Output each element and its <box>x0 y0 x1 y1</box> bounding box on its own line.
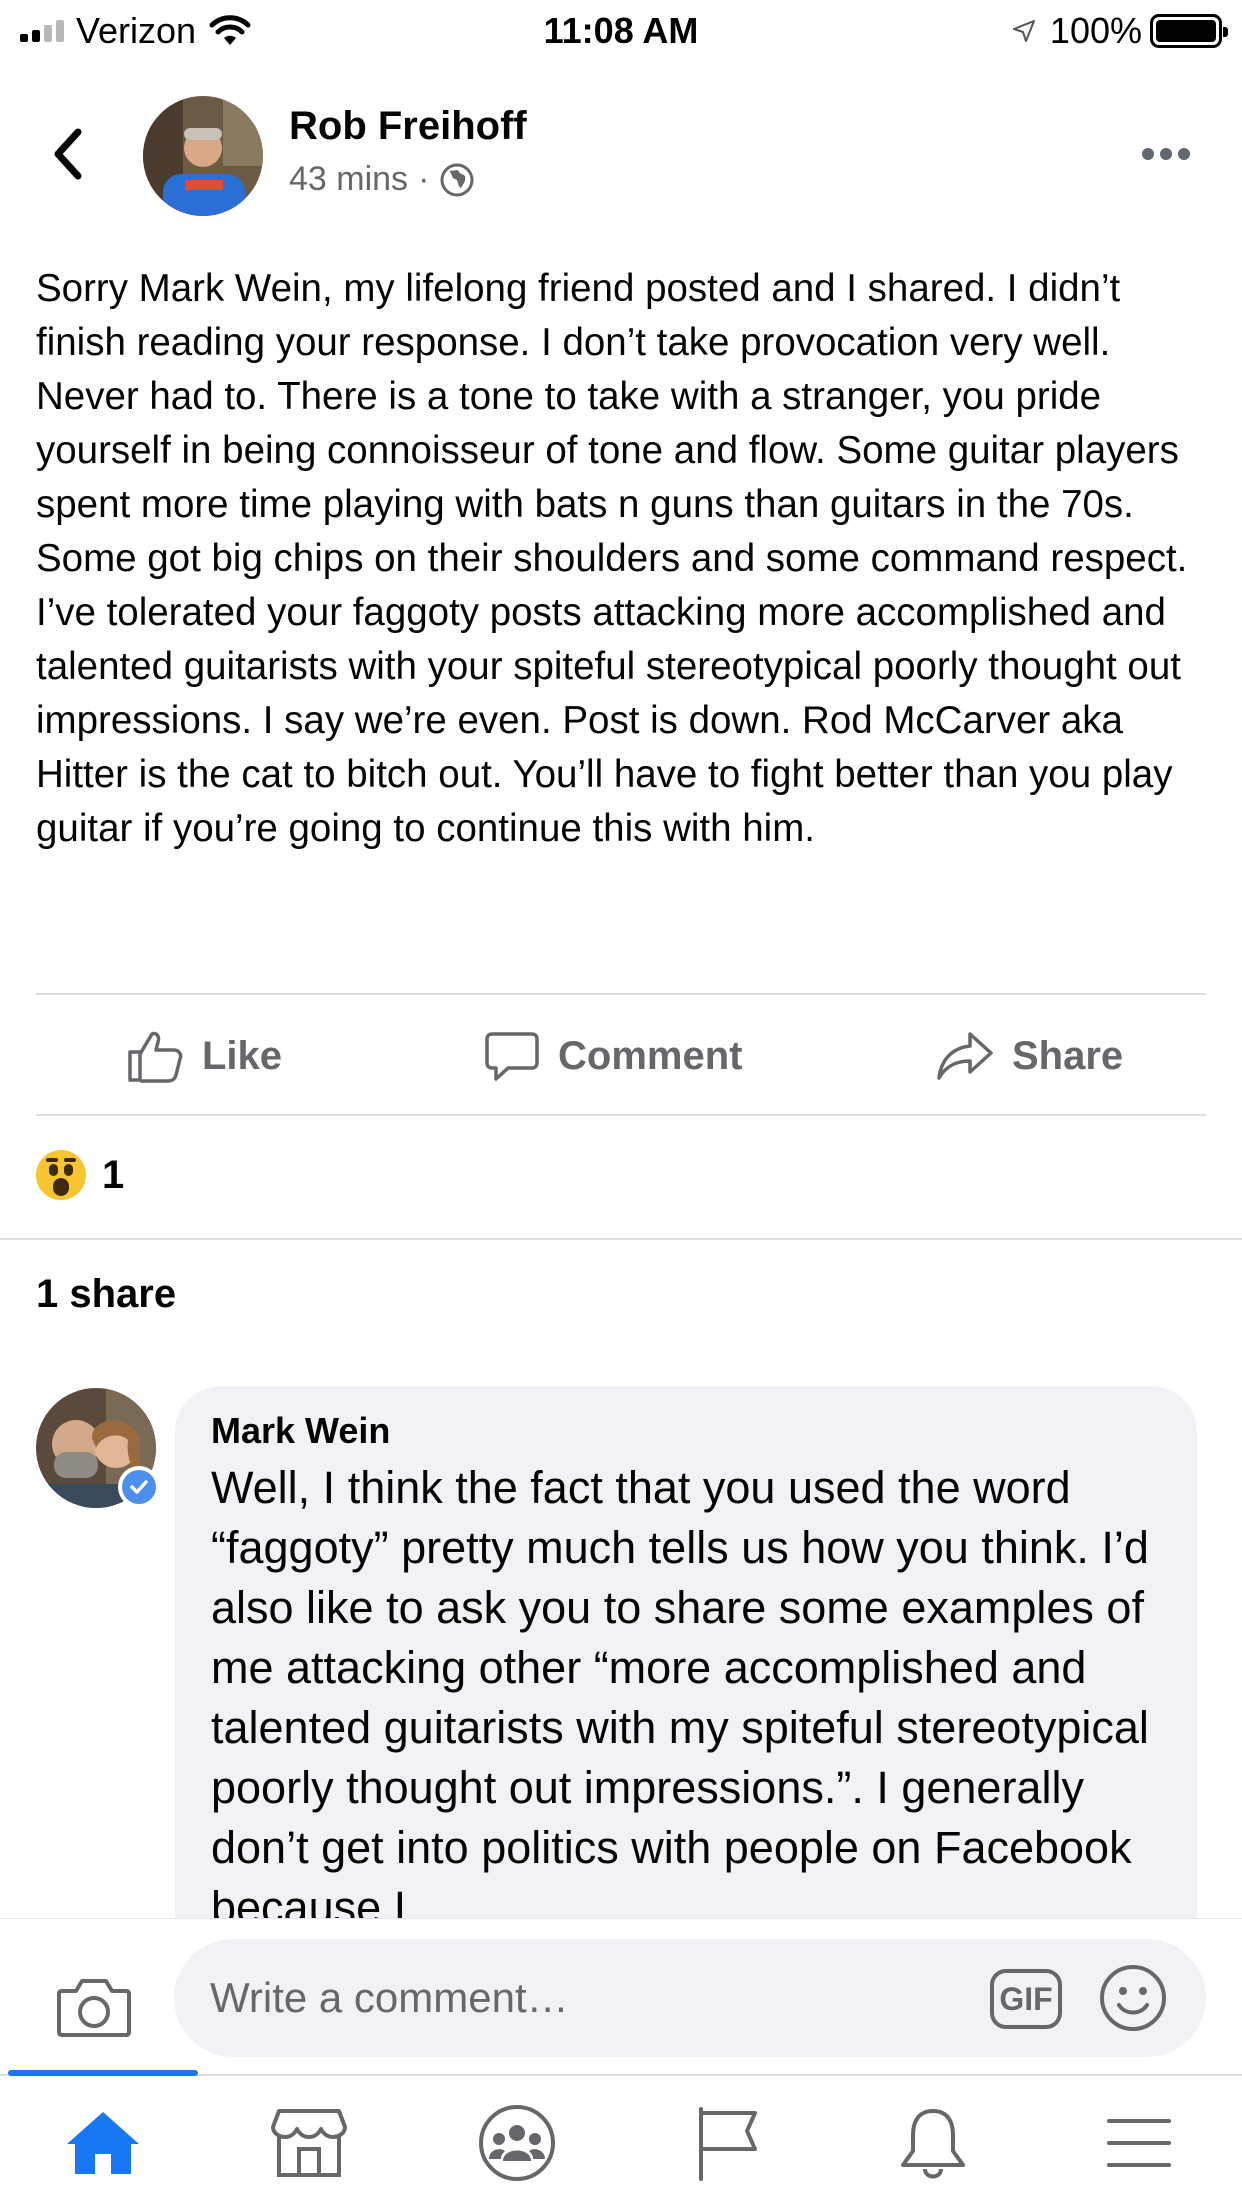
comment-author-name[interactable]: Mark Wein <box>211 1410 1161 1452</box>
marketplace-icon <box>271 2109 347 2177</box>
verified-badge-icon <box>118 1466 160 1508</box>
like-label: Like <box>202 1033 283 1078</box>
bottom-tab-bar <box>0 2070 1242 2208</box>
post-body-text: Sorry Mark Wein, my lifelong friend post… <box>36 267 1188 850</box>
author-avatar[interactable] <box>143 96 263 216</box>
battery-percent: 100% <box>1049 10 1142 51</box>
camera-icon[interactable] <box>56 1975 132 2039</box>
emoji-icon[interactable] <box>1098 1963 1168 2033</box>
menu-icon <box>1107 2119 1171 2167</box>
more-options-button[interactable] <box>1142 140 1198 168</box>
author-photo <box>143 96 263 216</box>
post-meta: 43 mins · <box>289 160 475 199</box>
tab-marketplace[interactable] <box>264 2098 354 2188</box>
notifications-bell-icon <box>901 2109 965 2179</box>
reactions-summary[interactable]: 1 <box>36 1150 124 1200</box>
home-icon <box>67 2112 139 2174</box>
tab-home[interactable] <box>58 2098 148 2188</box>
tab-pages[interactable] <box>682 2098 772 2188</box>
divider <box>36 993 1206 995</box>
status-right: 100% <box>1012 10 1228 52</box>
groups-icon <box>479 2105 555 2181</box>
pages-flag-icon <box>699 2107 757 2181</box>
comment-bubble-icon <box>485 1032 539 1081</box>
gif-button[interactable]: GIF <box>990 1969 1062 2029</box>
comment-composer: GIF <box>0 1918 1242 2078</box>
reaction-count: 1 <box>102 1152 125 1197</box>
section-divider <box>0 1238 1242 1240</box>
comment-label: Comment <box>558 1033 743 1078</box>
like-button[interactable]: Like <box>126 996 282 1116</box>
post-actions: Like Comment Share <box>0 996 1242 1116</box>
share-label: Share <box>1012 1033 1124 1078</box>
thumbs-up-icon <box>128 1031 183 1083</box>
divider <box>36 1114 1206 1116</box>
wow-reaction-icon <box>36 1150 86 1200</box>
post-timestamp[interactable]: 43 mins <box>289 160 408 199</box>
active-tab-indicator <box>8 2070 198 2076</box>
tab-notifications[interactable] <box>888 2098 978 2188</box>
status-bar: Verizon 11:08 AM 100% <box>0 0 1242 62</box>
meta-separator: · <box>418 160 430 198</box>
back-button[interactable] <box>46 124 90 184</box>
share-button[interactable]: Share <box>936 996 1123 1116</box>
share-count[interactable]: 1 share <box>36 1272 176 1317</box>
battery-icon <box>1150 14 1228 48</box>
comment-text: Well, I think the fact that you used the… <box>211 1462 1149 1933</box>
tab-menu[interactable] <box>1094 2098 1184 2188</box>
tab-groups[interactable] <box>472 2098 562 2188</box>
share-arrow-icon <box>937 1032 993 1080</box>
globe-icon <box>440 163 474 196</box>
comment-button[interactable]: Comment <box>484 996 742 1116</box>
location-arrow-icon <box>1012 20 1035 42</box>
post-author-name[interactable]: Rob Freihoff <box>289 104 527 149</box>
